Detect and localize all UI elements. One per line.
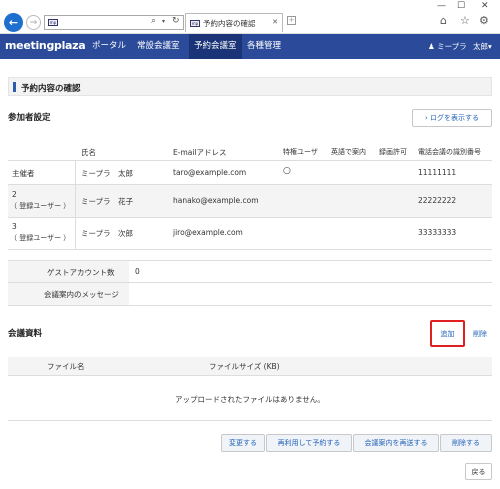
user-menu[interactable]: ♟ ミープラ xyxy=(428,34,467,59)
back-button[interactable]: 戻る xyxy=(465,463,492,480)
modify-button[interactable]: 変更する xyxy=(221,434,265,452)
row-email: taro@example.com xyxy=(173,168,247,177)
col-phone-id: 電話会議の識別番号 xyxy=(418,148,481,156)
tab-close-icon[interactable]: ✕ xyxy=(272,18,278,26)
row-name: ミープラ 花子 xyxy=(81,197,134,206)
row-email: hanako@example.com xyxy=(173,196,259,205)
nav-permanent-rooms[interactable]: 常設会議室 xyxy=(137,34,180,59)
search-icon[interactable]: ⌕ xyxy=(151,16,156,26)
nav-portal[interactable]: ポータル xyxy=(92,34,126,59)
table-divider xyxy=(75,160,76,249)
col-email: E-mailアドレス xyxy=(173,148,227,157)
chevron-right-icon: › xyxy=(424,114,428,122)
table-divider xyxy=(8,160,492,161)
row-name: ミープラ 次郎 xyxy=(81,229,134,238)
row-role-type: （ 登録ユーザー ） xyxy=(10,202,71,210)
guest-count-value: 0 xyxy=(135,267,140,276)
nav-management[interactable]: 各種管理 xyxy=(247,34,281,59)
refresh-icon[interactable]: ↻ xyxy=(172,16,180,26)
user-icon: ♟ xyxy=(428,42,435,51)
row-phone-id: 22222222 xyxy=(418,196,457,205)
back-arrow-icon[interactable]: ← xyxy=(4,13,23,32)
files-divider xyxy=(8,375,492,376)
col-file-name: ファイル名 xyxy=(47,362,85,371)
app-navbar: meetingplaza ポータル 常設会議室 予約会議室 各種管理 ♟ ミープ… xyxy=(0,34,500,59)
resend-invite-button[interactable]: 会議案内を再送する xyxy=(353,434,439,452)
favorites-star-icon[interactable]: ☆ xyxy=(460,14,470,27)
col-name: 氏名 xyxy=(81,148,96,157)
page-title: 予約内容の確認 xyxy=(21,84,81,94)
row-phone-id: 11111111 xyxy=(418,168,457,177)
browser-tab[interactable]: mp 予約内容の確認 ✕ xyxy=(185,13,283,32)
site-favicon-icon: mp xyxy=(48,19,58,26)
table-divider xyxy=(8,217,492,218)
row-phone-id: 33333333 xyxy=(418,228,457,237)
info-divider xyxy=(8,282,492,283)
info-divider xyxy=(8,305,492,306)
show-log-label: ログを表示する xyxy=(430,114,480,122)
add-button[interactable]: 追加 xyxy=(433,324,462,343)
forward-arrow-icon[interactable]: → xyxy=(26,15,41,30)
row-role-type: （ 登録ユーザー ） xyxy=(10,234,71,242)
col-recording: 録画許可 xyxy=(379,148,407,156)
table-divider xyxy=(8,184,492,185)
tab-favicon-icon: mp xyxy=(190,19,200,27)
materials-heading: 会議資料 xyxy=(8,329,43,339)
header-accent-bar xyxy=(13,82,16,92)
page-header: 予約内容の確認 xyxy=(8,77,492,96)
row-role: 3 xyxy=(12,222,17,231)
table-divider xyxy=(8,249,492,250)
col-file-size: ファイルサイズ (KB) xyxy=(209,362,280,371)
tab-title: 予約内容の確認 xyxy=(203,18,256,28)
settings-gear-icon[interactable]: ⚙ xyxy=(479,14,489,27)
delete-reservation-button[interactable]: 削除する xyxy=(440,434,492,452)
user-menu-label: 太郎 xyxy=(473,42,488,51)
guest-count-label: ゲストアカウント数 xyxy=(47,268,115,277)
user-dropdown[interactable]: 太郎▾ xyxy=(473,34,492,59)
dropdown-arrow-icon[interactable]: ▾ xyxy=(162,18,165,25)
user-name: ミープラ xyxy=(437,42,467,51)
info-divider xyxy=(8,260,492,261)
row-name: ミープラ 太郎 xyxy=(81,169,134,178)
caret-down-icon: ▾ xyxy=(488,42,492,51)
col-privileged: 特権ユーザ xyxy=(283,148,318,156)
url-input[interactable]: mp ⌕ ▾ ↻ xyxy=(44,15,184,30)
message-label: 会議案内のメッセージ xyxy=(44,290,119,299)
new-tab-icon[interactable]: + xyxy=(287,16,296,25)
show-log-button[interactable]: › ログを表示する xyxy=(412,109,492,127)
participants-heading: 参加者設定 xyxy=(8,113,51,123)
nav-reserved-rooms[interactable]: 予約会議室 xyxy=(189,34,242,59)
row-email: jiro@example.com xyxy=(173,228,243,237)
row-role: 主催者 xyxy=(12,169,35,178)
delete-file-button[interactable]: 削除 xyxy=(468,324,492,343)
no-files-message: アップロードされたファイルはありません。 xyxy=(175,395,325,404)
reuse-reserve-button[interactable]: 再利用して予約する xyxy=(266,434,352,452)
col-english: 英語で案内 xyxy=(331,148,366,156)
row-role: 2 xyxy=(12,190,17,199)
privileged-mark: ○ xyxy=(283,166,291,176)
meetingplaza-logo[interactable]: meetingplaza xyxy=(5,39,86,52)
home-icon[interactable]: ⌂ xyxy=(440,14,447,27)
files-divider xyxy=(8,420,492,421)
